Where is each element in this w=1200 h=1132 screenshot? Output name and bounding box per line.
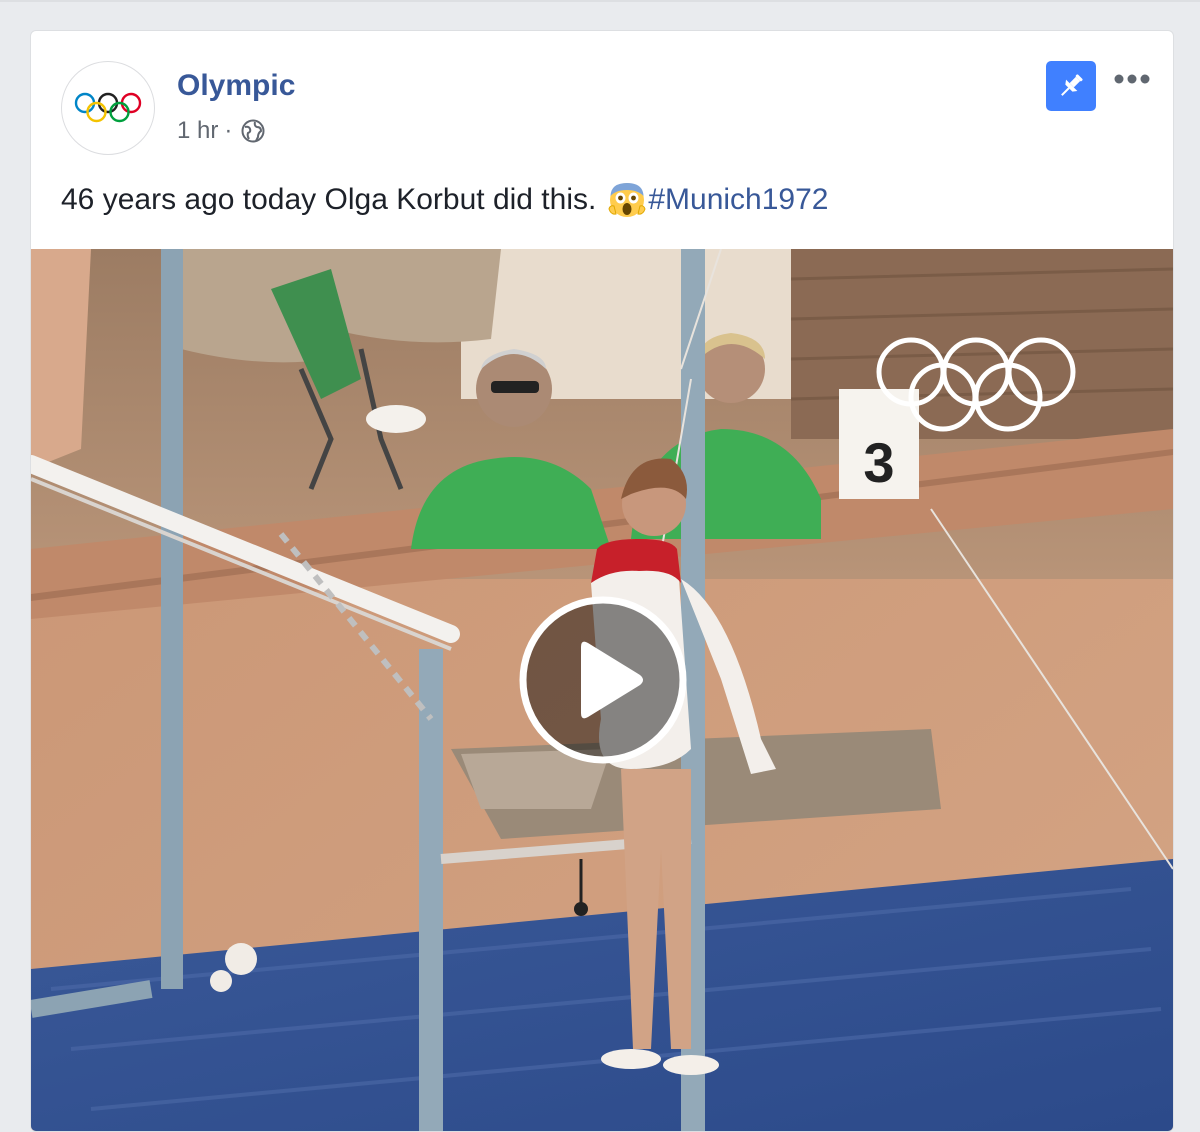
- face-screaming-icon: [608, 181, 646, 219]
- globe-icon[interactable]: [240, 118, 266, 144]
- pin-post-button[interactable]: [1046, 61, 1096, 111]
- apparatus-number: 3: [863, 431, 894, 494]
- meta-separator: ·: [224, 117, 233, 144]
- post-card: Olympic 1 hr · 46 years ago today Olga K…: [30, 30, 1174, 1132]
- top-divider: [0, 0, 1200, 2]
- post-meta: 1 hr ·: [177, 117, 266, 145]
- video-player[interactable]: 3: [31, 249, 1173, 1131]
- post-timestamp[interactable]: 1 hr: [177, 117, 218, 145]
- post-text: 46 years ago today Olga Korbut did this.: [61, 183, 597, 216]
- play-button[interactable]: [518, 595, 688, 765]
- post-message: 46 years ago today Olga Korbut did this.…: [61, 181, 828, 219]
- hashtag-link[interactable]: #Munich1972: [648, 183, 828, 217]
- pin-icon: [1061, 74, 1083, 96]
- page-name-link[interactable]: Olympic: [177, 69, 295, 103]
- more-options-button[interactable]: [1109, 61, 1155, 97]
- page-avatar[interactable]: [61, 61, 155, 155]
- olympic-rings-logo: [74, 92, 142, 123]
- more-options-icon: [1114, 74, 1150, 84]
